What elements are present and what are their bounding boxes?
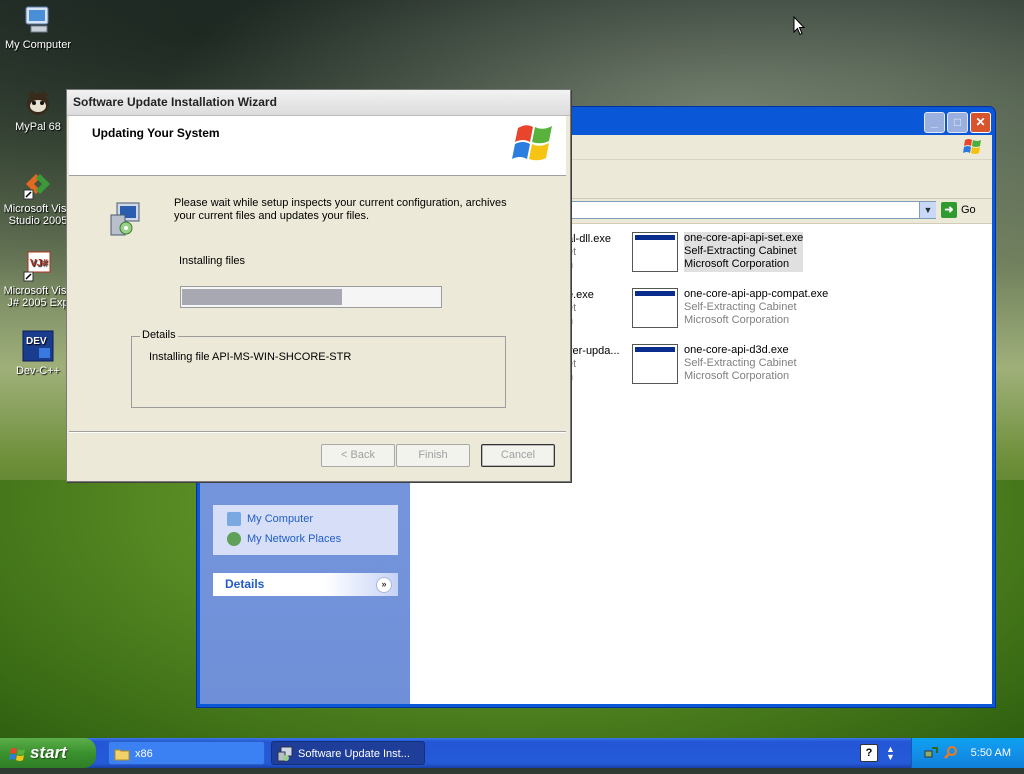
file-name: one-core-api-api-set.exe	[684, 232, 804, 244]
setup-computer-icon	[277, 746, 293, 762]
desktop-icon-my-computer[interactable]: My Computer	[0, 4, 76, 51]
windows-flag-icon	[9, 744, 27, 762]
wizard-titlebar[interactable]: Software Update Installation Wizard	[67, 90, 570, 116]
explorer-window-controls: _ □ ✕	[924, 112, 991, 133]
file-type: Self-Extracting Cabinet	[684, 245, 797, 257]
svg-text:DEV: DEV	[26, 336, 47, 347]
file-name: ver-upda...	[567, 345, 620, 357]
my-computer-icon	[22, 4, 54, 36]
file-name: e.exe	[567, 289, 594, 301]
file-type: et	[567, 358, 577, 370]
close-button[interactable]: ✕	[970, 112, 991, 133]
chevron-down-icon[interactable]: ▼	[919, 202, 936, 218]
folder-icon	[114, 746, 130, 762]
exe-file-icon	[632, 344, 678, 384]
desktop-icon-vjsharp[interactable]: VJ# Microsoft Visu J# 2005 Exp	[0, 250, 76, 309]
maximize-button[interactable]: □	[947, 112, 968, 133]
svg-text:VJ#: VJ#	[30, 258, 48, 269]
network-tray-icon[interactable]	[924, 745, 939, 760]
taskbar-button-software-update[interactable]: Software Update Inst...	[271, 741, 425, 765]
task-link-my-computer[interactable]: My Computer	[213, 509, 398, 529]
task-link-label: My Computer	[247, 513, 314, 525]
file-item[interactable]: one-core-api-app-compat.exe Self-Extract…	[632, 288, 828, 328]
wizard-separator	[69, 431, 566, 433]
finish-button[interactable]: Finish	[396, 444, 470, 467]
desktop-icon-mypal[interactable]: MyPal 68	[0, 86, 76, 133]
go-label: Go	[961, 204, 976, 216]
wizard-header: Updating Your System	[69, 116, 566, 176]
start-button[interactable]: start	[0, 738, 96, 768]
wizard-header-title: Updating Your System	[92, 126, 220, 140]
file-item[interactable]: one-core-api-d3d.exe Self-Extracting Cab…	[632, 344, 797, 384]
desktop-icon-visual-studio[interactable]: Microsoft Visu Studio 2005	[0, 168, 76, 227]
exe-file-icon	[632, 288, 678, 328]
file-type: et	[567, 302, 577, 314]
network-places-icon	[227, 532, 241, 546]
wizard-message: Please wait while setup inspects your cu…	[174, 197, 507, 222]
file-company: n	[567, 371, 620, 384]
file-item-partial[interactable]: e.exe et n	[567, 289, 594, 328]
search-tray-icon[interactable]	[943, 745, 958, 760]
file-company: Microsoft Corporation	[684, 314, 790, 326]
devcpp-icon: DEV	[22, 330, 54, 362]
file-company: n	[567, 315, 594, 328]
visual-studio-icon	[22, 168, 54, 200]
taskbar-button-label: x86	[135, 748, 153, 760]
system-tray: 5:50 AM	[911, 738, 1024, 768]
install-progress-bar	[180, 286, 442, 308]
cancel-button[interactable]: Cancel	[481, 444, 555, 467]
mouse-cursor-icon	[793, 15, 806, 36]
details-panel-header[interactable]: Details »	[213, 573, 398, 596]
file-name: al-dll.exe	[567, 233, 612, 245]
windows-flag-icon	[960, 137, 986, 157]
desktop-icon-devcpp[interactable]: DEV Dev-C++	[0, 330, 76, 377]
desktop-icon-label: Microsoft Visu Studio 2005	[3, 203, 73, 227]
file-item-partial[interactable]: al-dll.exe et n	[567, 233, 611, 272]
file-company: Microsoft Corporation	[684, 258, 790, 270]
desktop-icon-label: Dev-C++	[15, 365, 61, 377]
install-wizard-dialog[interactable]: Software Update Installation Wizard Upda…	[66, 89, 571, 482]
details-panel-title: Details	[225, 577, 265, 591]
mypal-icon	[22, 86, 54, 118]
taskbar-clock[interactable]: 5:50 AM	[971, 738, 1011, 768]
help-icon[interactable]: ?	[860, 744, 878, 762]
setup-computer-icon	[109, 201, 143, 237]
file-item-partial[interactable]: ver-upda... et n	[567, 345, 620, 384]
file-type: Self-Extracting Cabinet	[684, 357, 797, 369]
task-link-label: My Network Places	[247, 533, 342, 545]
current-file-text: Installing file API-MS-WIN-SHCORE-STR	[149, 351, 352, 363]
minimize-button[interactable]: _	[924, 112, 945, 133]
go-button[interactable]: ➜ Go	[941, 202, 976, 218]
notification-chevron-icon[interactable]: ▲ ▼	[886, 745, 895, 762]
file-item[interactable]: one-core-api-api-set.exe Self-Extracting…	[632, 232, 804, 272]
file-company: Microsoft Corporation	[684, 370, 790, 382]
start-label: start	[30, 743, 67, 762]
vjsharp-icon: VJ#	[22, 250, 54, 282]
my-computer-icon	[227, 512, 241, 526]
taskbar-button-x86[interactable]: x86	[108, 741, 265, 765]
details-legend: Details	[140, 329, 178, 341]
file-name: one-core-api-app-compat.exe	[684, 288, 829, 300]
file-type: Self-Extracting Cabinet	[684, 301, 797, 313]
install-status-label: Installing files	[179, 255, 246, 267]
other-places-box: My Computer My Network Places	[213, 505, 398, 555]
desktop-icon-label: MyPal 68	[15, 121, 61, 133]
windows-logo-icon	[512, 120, 558, 168]
wizard-body: Please wait while setup inspects your cu…	[69, 176, 566, 430]
taskbar: start x86 Software Update Inst... ? ▲ ▼ 5…	[0, 738, 1024, 768]
back-button[interactable]: < Back	[321, 444, 395, 467]
file-name: one-core-api-d3d.exe	[684, 344, 789, 356]
go-arrow-icon: ➜	[941, 202, 957, 218]
taskbar-button-label: Software Update Inst...	[298, 748, 410, 760]
exe-file-icon	[632, 232, 678, 272]
desktop-icon-label: My Computer	[4, 39, 72, 51]
file-type: et	[567, 246, 577, 258]
expand-chevron-icon[interactable]: »	[376, 577, 392, 593]
details-groupbox: Details Installing file API-MS-WIN-SHCOR…	[131, 329, 506, 408]
progress-fill	[182, 289, 342, 305]
desktop-icon-label: Microsoft Visu J# 2005 Exp	[3, 285, 73, 309]
file-company: n	[567, 259, 611, 272]
task-link-my-network-places[interactable]: My Network Places	[213, 529, 398, 549]
